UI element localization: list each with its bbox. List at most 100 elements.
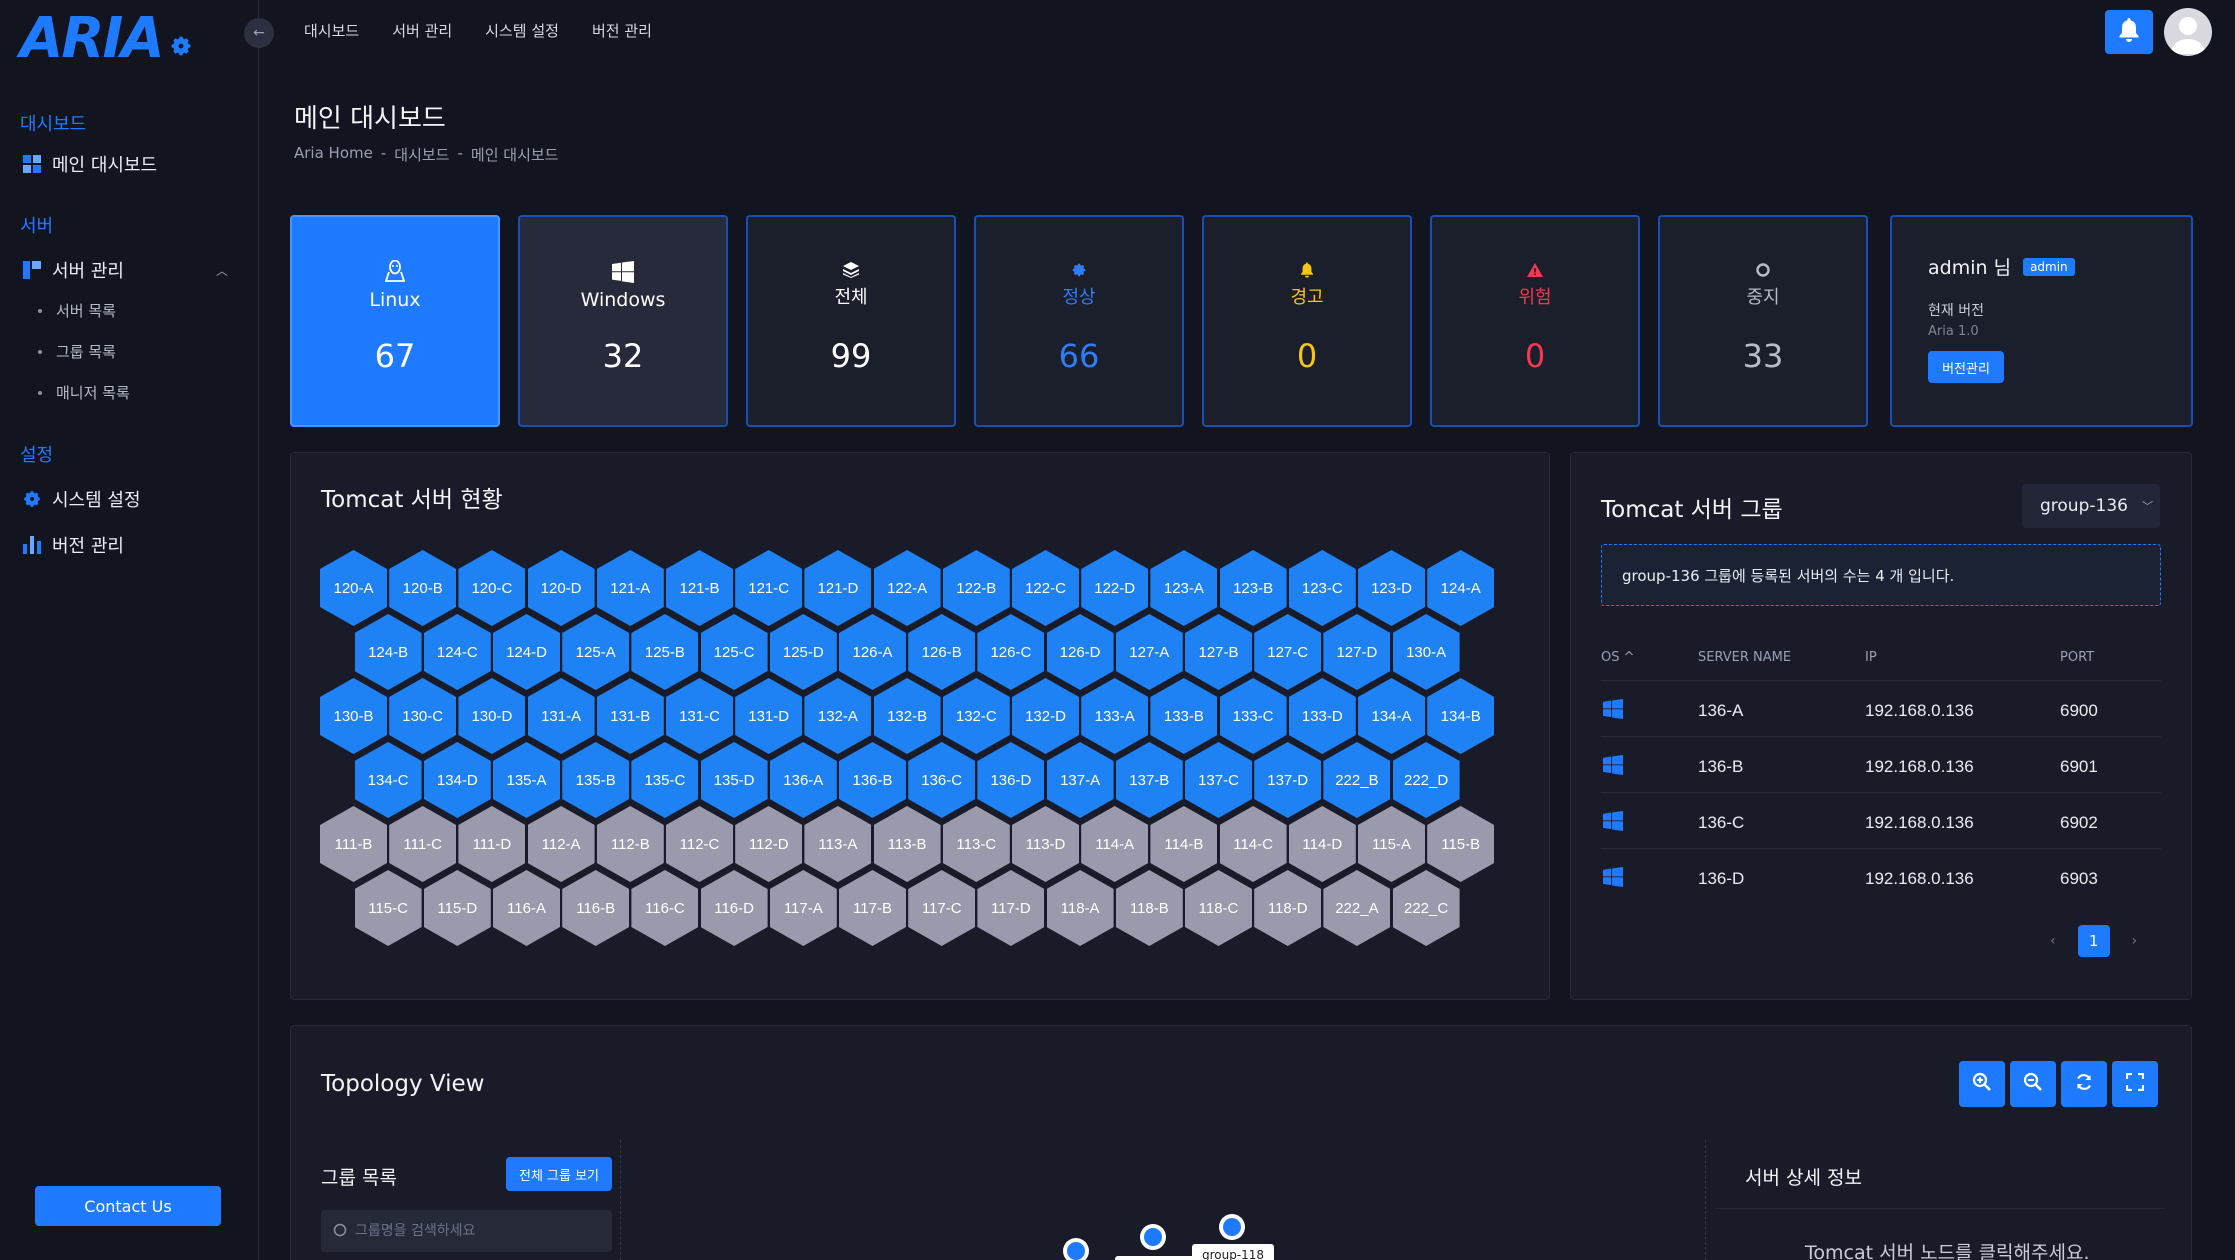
server-hex[interactable]: 134-D xyxy=(423,742,491,818)
avatar[interactable] xyxy=(2164,8,2212,56)
server-hex[interactable]: 222_C xyxy=(1392,870,1460,946)
column-header-server-name[interactable]: SERVER NAME xyxy=(1698,650,1791,665)
stat-card-normal[interactable]: 정상 66 xyxy=(974,215,1184,427)
server-hex[interactable]: 135-C xyxy=(631,742,699,818)
server-hex[interactable]: 112-B xyxy=(596,806,664,882)
server-hex[interactable]: 121-C xyxy=(735,550,803,626)
server-hex[interactable]: 123-C xyxy=(1288,550,1356,626)
server-hex[interactable]: 126-C xyxy=(977,614,1045,690)
server-hex[interactable]: 123-A xyxy=(1150,550,1218,626)
topology-node[interactable] xyxy=(1140,1224,1166,1250)
server-hex[interactable]: 118-C xyxy=(1185,870,1252,946)
server-hex[interactable]: 114-B xyxy=(1150,806,1218,882)
server-hex[interactable]: 136-B xyxy=(839,742,906,818)
server-hex[interactable]: 136-A xyxy=(769,742,837,818)
server-hex[interactable]: 120-C xyxy=(458,550,526,626)
server-hex[interactable]: 124-A xyxy=(1427,550,1495,626)
server-hex[interactable]: 125-A xyxy=(562,614,630,690)
table-row[interactable]: 136-C 192.168.0.136 6902 xyxy=(1601,792,2161,848)
server-hex[interactable]: 126-D xyxy=(1046,614,1114,690)
server-hex[interactable]: 111-B xyxy=(320,806,387,882)
server-hex[interactable]: 115-A xyxy=(1358,806,1425,882)
server-hex[interactable]: 137-D xyxy=(1254,742,1322,818)
server-hex[interactable]: 132-D xyxy=(1012,678,1079,754)
fullscreen-button[interactable] xyxy=(2112,1061,2158,1107)
sidebar-item-system-settings[interactable]: 시스템 설정 xyxy=(22,486,141,512)
sidebar-subitem-group-list[interactable]: 그룹 목록 xyxy=(38,341,116,362)
server-hex[interactable]: 118-D xyxy=(1254,870,1322,946)
server-hex[interactable]: 136-D xyxy=(977,742,1045,818)
page-button[interactable]: 1 xyxy=(2077,925,2110,957)
server-hex[interactable]: 133-A xyxy=(1081,678,1149,754)
server-hex[interactable]: 116-A xyxy=(493,870,560,946)
server-hex[interactable]: 135-B xyxy=(562,742,630,818)
server-hex[interactable]: 117-A xyxy=(769,870,837,946)
server-hex[interactable]: 132-C xyxy=(942,678,1010,754)
server-hex[interactable]: 133-B xyxy=(1150,678,1218,754)
contact-us-button[interactable]: Contact Us xyxy=(35,1186,221,1226)
server-hex[interactable]: 134-B xyxy=(1427,678,1495,754)
server-hex[interactable]: 111-D xyxy=(458,806,526,882)
server-hex[interactable]: 118-A xyxy=(1046,870,1114,946)
breadcrumb-dashboard[interactable]: 대시보드 xyxy=(394,144,449,165)
topology-node[interactable] xyxy=(1219,1214,1245,1240)
column-header-port[interactable]: PORT xyxy=(2060,650,2094,665)
server-hex[interactable]: 124-C xyxy=(423,614,491,690)
server-hex[interactable]: 122-A xyxy=(873,550,941,626)
table-row[interactable]: 136-A 192.168.0.136 6900 xyxy=(1601,680,2161,736)
server-hex[interactable]: 132-A xyxy=(804,678,872,754)
server-hex[interactable]: 222_D xyxy=(1392,742,1460,818)
server-hex[interactable]: 120-D xyxy=(527,550,595,626)
server-hex[interactable]: 112-D xyxy=(735,806,803,882)
next-page-button[interactable]: › xyxy=(2132,933,2138,949)
breadcrumb-home[interactable]: Aria Home xyxy=(294,144,373,165)
server-hex[interactable]: 125-D xyxy=(769,614,837,690)
server-hex[interactable]: 113-A xyxy=(804,806,872,882)
server-hex[interactable]: 115-B xyxy=(1427,806,1495,882)
zoom-out-button[interactable] xyxy=(2010,1061,2056,1107)
view-all-groups-button[interactable]: 전체 그룹 보기 xyxy=(506,1157,612,1191)
sidebar-item-version-management[interactable]: 버전 관리 xyxy=(22,532,124,558)
server-hex[interactable]: 131-D xyxy=(735,678,803,754)
sidebar-item-server-management[interactable]: 서버 관리 xyxy=(22,257,124,283)
server-hex[interactable]: 137-A xyxy=(1046,742,1114,818)
server-hex[interactable]: 133-C xyxy=(1219,678,1287,754)
server-hex[interactable]: 122-C xyxy=(1012,550,1079,626)
server-hex[interactable]: 114-A xyxy=(1081,806,1149,882)
server-hex[interactable]: 114-D xyxy=(1288,806,1356,882)
server-hex[interactable]: 134-A xyxy=(1358,678,1425,754)
zoom-in-button[interactable] xyxy=(1959,1061,2005,1107)
server-hex[interactable]: 222_B xyxy=(1323,742,1391,818)
notification-button[interactable] xyxy=(2105,10,2153,54)
server-hex[interactable]: 222_A xyxy=(1323,870,1391,946)
server-hex[interactable]: 124-D xyxy=(493,614,560,690)
server-hex[interactable]: 121-B xyxy=(666,550,733,626)
server-hex[interactable]: 130-C xyxy=(389,678,457,754)
server-hex[interactable]: 135-D xyxy=(700,742,768,818)
server-hex[interactable]: 116-C xyxy=(631,870,699,946)
topnav-dashboard[interactable]: 대시보드 xyxy=(304,20,359,41)
server-hex[interactable]: 116-D xyxy=(700,870,768,946)
server-hex[interactable]: 114-C xyxy=(1219,806,1287,882)
server-hex[interactable]: 117-D xyxy=(977,870,1045,946)
server-hex[interactable]: 112-A xyxy=(527,806,595,882)
stat-card-total[interactable]: 전체 99 xyxy=(746,215,956,427)
server-hex[interactable]: 118-B xyxy=(1115,870,1183,946)
server-hex[interactable]: 130-D xyxy=(458,678,526,754)
stat-card-stopped[interactable]: 중지 33 xyxy=(1658,215,1868,427)
server-hex[interactable]: 127-B xyxy=(1185,614,1252,690)
group-select[interactable]: group-136 ﹀ xyxy=(2022,484,2160,528)
server-hex[interactable]: 122-D xyxy=(1081,550,1149,626)
server-hex[interactable]: 137-C xyxy=(1185,742,1252,818)
server-hex[interactable]: 117-B xyxy=(839,870,906,946)
topnav-version-management[interactable]: 버전 관리 xyxy=(592,20,652,41)
sidebar-subitem-server-list[interactable]: 서버 목록 xyxy=(38,300,116,321)
server-hex[interactable]: 127-C xyxy=(1254,614,1322,690)
stat-card-danger[interactable]: 위험 0 xyxy=(1430,215,1640,427)
server-hex[interactable]: 130-A xyxy=(1392,614,1460,690)
server-hex[interactable]: 115-D xyxy=(423,870,491,946)
server-hex[interactable]: 136-C xyxy=(908,742,976,818)
server-hex[interactable]: 123-D xyxy=(1358,550,1425,626)
column-header-os[interactable]: OS ^ xyxy=(1601,650,1635,665)
server-hex[interactable]: 135-A xyxy=(493,742,560,818)
